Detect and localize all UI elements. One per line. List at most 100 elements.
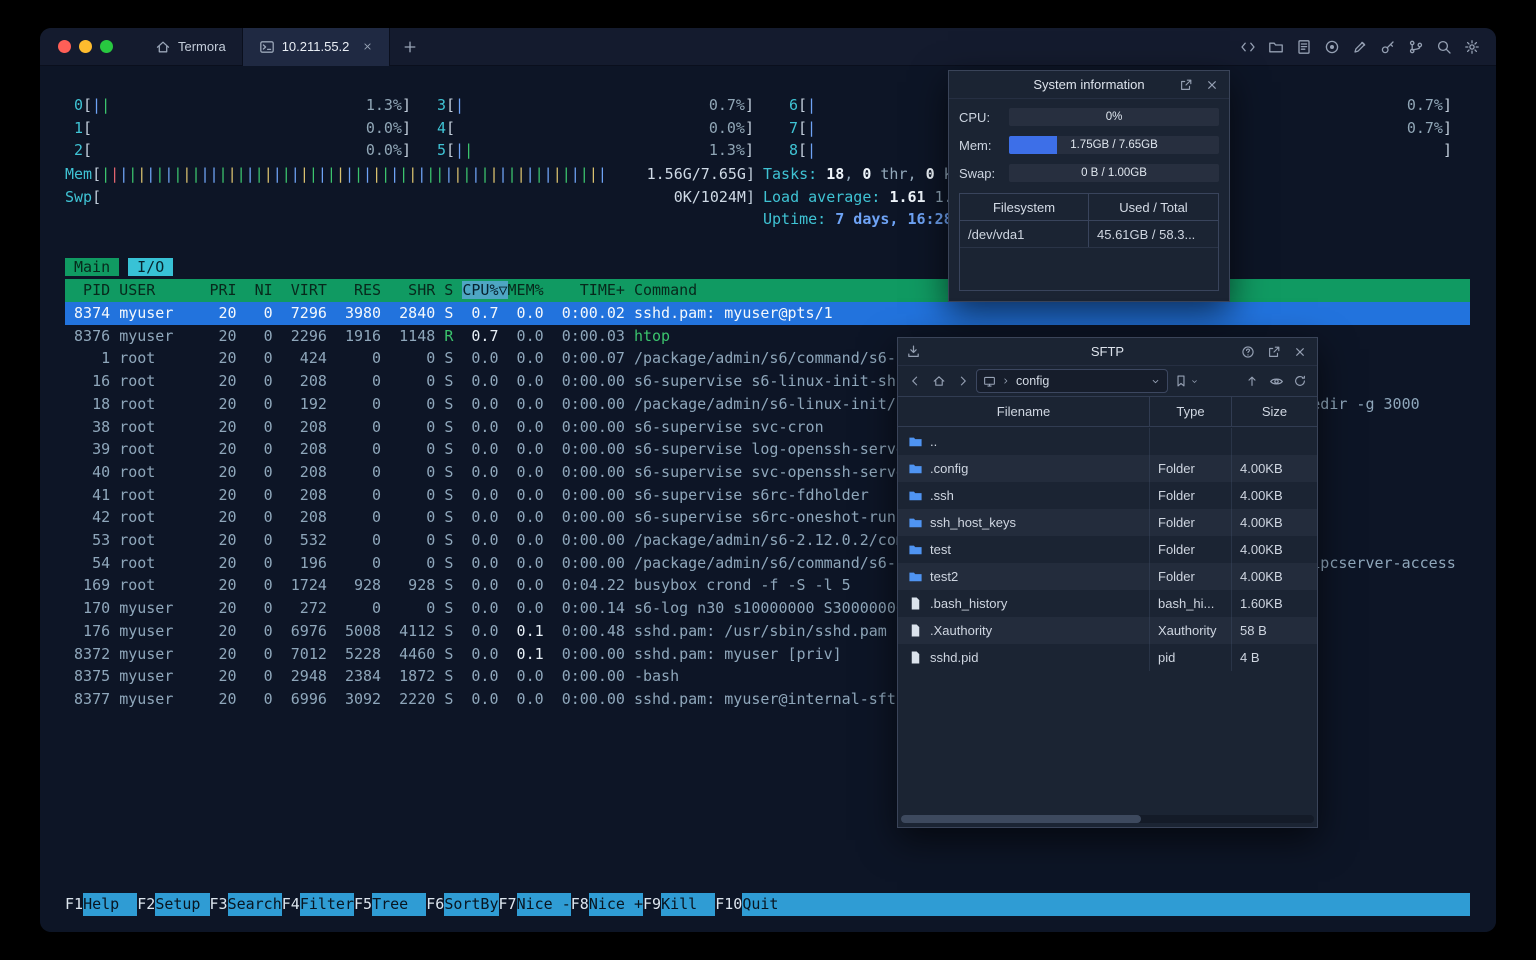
fkey-F5[interactable]: F5 Tree [354, 893, 427, 916]
sftp-transfers-icon[interactable] [906, 344, 921, 362]
sftp-file-list[interactable]: .. .config Folder 4.00KB .ssh Folder 4.00KB ssh… [898, 428, 1317, 811]
cell-mem: 0.0 [507, 326, 553, 345]
toolbar-edit-button[interactable] [1352, 39, 1368, 55]
cell-command: s6-supervise s6rc-fdholder [633, 485, 869, 504]
chevron-down-icon[interactable] [1150, 376, 1161, 387]
cell-time: 0:00.03 [552, 326, 634, 345]
sftp-refresh-button[interactable] [1289, 370, 1311, 392]
sftp-close-button[interactable] [1289, 341, 1311, 363]
fkey-F10[interactable]: F10 Quit [715, 893, 797, 916]
cell-time: 0:00.00 [552, 417, 634, 436]
toolbar-settings-button[interactable] [1464, 39, 1480, 55]
sftp-col-filename[interactable]: Filename [898, 397, 1149, 426]
filesystem-row[interactable]: /dev/vda1 45.61GB / 58.3... [960, 221, 1218, 248]
sort-column-cpu[interactable]: CPU%▽ [462, 281, 508, 299]
folder-fill-icon [909, 572, 922, 582]
fkey-F1[interactable]: F1 Help [65, 893, 138, 916]
sftp-file-row[interactable]: sshd.pid pid 4 B [898, 644, 1317, 671]
process-row-selected[interactable]: 8374 myuser 20 0 7296 3980 2840 S 0.7 0.… [65, 302, 1470, 325]
file-size: 4.00KB [1231, 563, 1317, 590]
tab-termora[interactable]: Termora [139, 28, 242, 66]
cell-mem: 0.0 [507, 689, 553, 708]
cell-state: S [444, 440, 463, 459]
htop-tab-io[interactable]: I/O [128, 258, 174, 276]
cell-user: myuser [119, 621, 210, 640]
window-minimize-button[interactable] [79, 40, 92, 53]
toolbar-key-button[interactable] [1380, 39, 1396, 55]
cpu-meter-3: 3[| 0.7%] [436, 96, 754, 114]
toolbar-log-button[interactable] [1296, 39, 1312, 55]
cell-time: 0:00.00 [552, 553, 634, 572]
cell-pid: 38 [65, 417, 120, 436]
sftp-home-button[interactable] [928, 370, 950, 392]
sftp-back-button[interactable] [904, 370, 926, 392]
fkey-F2[interactable]: F2 Setup [137, 893, 210, 916]
fs-col-filesystem: Filesystem [992, 199, 1056, 215]
cell-cpu: 0.0 [462, 689, 508, 708]
sftp-col-type[interactable]: Type [1149, 397, 1231, 426]
sftp-file-row[interactable]: test Folder 4.00KB [898, 536, 1317, 563]
system-info-close-button[interactable] [1201, 74, 1223, 96]
cell-shr: 4460 [390, 644, 445, 663]
folder-fill-icon [909, 491, 922, 501]
fkey-F6[interactable]: F6 SortBy [426, 893, 499, 916]
toolbar-record-button[interactable] [1324, 39, 1340, 55]
sftp-help-button[interactable] [1237, 341, 1259, 363]
cell-state: S [444, 531, 463, 549]
fkey-F4[interactable]: F4 Filter [282, 893, 354, 916]
cell-command: htop [633, 326, 671, 345]
htop-tab-main[interactable]: Main [65, 258, 120, 276]
sftp-horizontal-scrollbar[interactable] [901, 815, 1314, 823]
toolbar-branch-button[interactable] [1408, 39, 1424, 55]
cell-pri: 20 [209, 326, 246, 345]
toolbar-folder-button[interactable] [1268, 39, 1284, 55]
sftp-forward-button[interactable] [952, 370, 974, 392]
tab-session[interactable]: 10.211.55.2 [241, 28, 391, 66]
sftp-col-size[interactable]: Size [1231, 397, 1317, 426]
process-table-header[interactable]: PID USER PRI NI VIRT RES SHR S CPU%▽MEM%… [65, 279, 1470, 302]
toolbar-code-button[interactable] [1240, 39, 1256, 55]
new-tab-button[interactable] [402, 39, 418, 55]
cell-ni: 0 [245, 644, 282, 663]
sftp-file-row[interactable]: .Xauthority Xauthority 58 B [898, 617, 1317, 644]
sftp-file-row[interactable]: test2 Folder 4.00KB [898, 563, 1317, 590]
fkey-F3[interactable]: F3 Search [210, 893, 282, 916]
cell-time: 0:00.00 [552, 644, 634, 663]
sftp-path-segment[interactable]: config [1016, 374, 1049, 388]
sftp-parent-dir-button[interactable] [1241, 370, 1263, 392]
fkey-F7[interactable]: F7 Nice - [499, 893, 571, 916]
cell-pri: 20 [209, 621, 246, 640]
sftp-file-row[interactable]: .config Folder 4.00KB [898, 455, 1317, 482]
sftp-file-row[interactable]: .bash_history bash_hi... 1.60KB [898, 590, 1317, 617]
sftp-open-window-button[interactable] [1263, 341, 1285, 363]
sftp-file-row[interactable]: .ssh Folder 4.00KB [898, 482, 1317, 509]
sftp-table-header[interactable]: Filename Type Size [898, 396, 1317, 427]
bookmark-caret-icon[interactable] [1190, 377, 1199, 386]
fkey-F9[interactable]: F9 Kill [643, 893, 716, 916]
close-tab-button[interactable] [362, 41, 373, 52]
sftp-path-control[interactable]: config [976, 369, 1168, 393]
system-info-open-window-button[interactable] [1175, 74, 1197, 96]
sftp-titlebar: SFTP [898, 338, 1317, 366]
cell-shr: 0 [390, 394, 445, 413]
cell-time: 0:00.14 [552, 599, 634, 618]
cell-res: 0 [335, 349, 391, 368]
cell-pri: 20 [209, 349, 246, 368]
cell-time: 0:00.00 [552, 689, 634, 708]
sftp-file-row[interactable]: .. [898, 428, 1317, 455]
cell-pri: 20 [209, 644, 246, 663]
fkey-F8[interactable]: F8 Nice + [571, 893, 643, 916]
scrollbar-thumb[interactable] [901, 815, 1141, 823]
cell-shr: 0 [390, 417, 445, 436]
window-zoom-button[interactable] [100, 40, 113, 53]
toolbar-search-button[interactable] [1436, 39, 1452, 55]
sftp-file-row[interactable]: ssh_host_keys Folder 4.00KB [898, 509, 1317, 536]
file-type: Folder [1149, 536, 1231, 563]
sftp-show-hidden-button[interactable] [1265, 370, 1287, 392]
cell-res: 3092 [335, 689, 391, 708]
cell-time: 0:00.00 [552, 508, 634, 527]
sftp-bookmark-button[interactable] [1170, 370, 1192, 392]
cell-mem: 0.1 [507, 644, 553, 663]
window-close-button[interactable] [58, 40, 71, 53]
cell-mem: 0.0 [507, 304, 553, 322]
